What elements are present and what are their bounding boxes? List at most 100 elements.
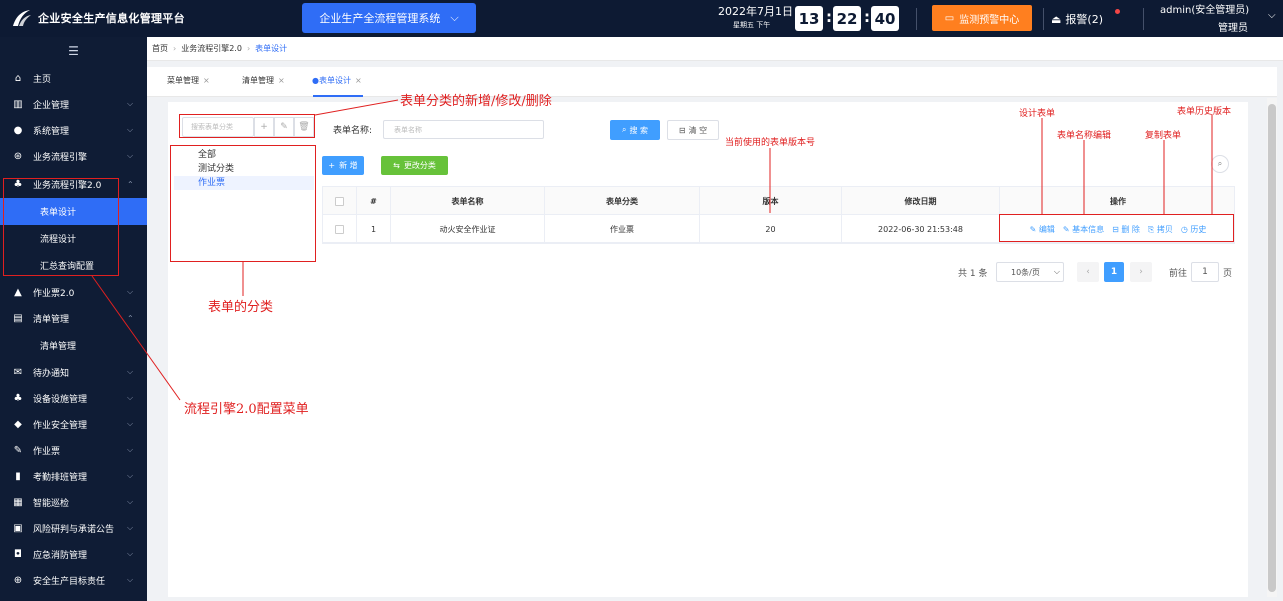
system-select[interactable]: 企业生产全流程管理系统 ⌵: [302, 3, 476, 33]
checkbox[interactable]: [335, 224, 344, 234]
breadcrumb: 首页 › 业务流程引擎2.0 › 表单设计: [147, 37, 1283, 61]
row-checkbox-cell[interactable]: [323, 215, 357, 243]
close-icon[interactable]: ×: [203, 76, 210, 85]
sidebar: ☰ ⌂ 主页 ▥ 企业管理 ⌵ ● 系统管理 ⌵ ⊛ 业务流程引擎 ⌵ ♣ 业务流程引擎2.0 ⌃…: [0, 37, 147, 601]
goto-unit: 页: [1223, 269, 1233, 279]
page-size-select[interactable]: 10条/页 ⌵: [996, 262, 1064, 282]
checkbox[interactable]: [335, 196, 344, 206]
row-version: 20: [700, 215, 842, 243]
chevron-down-icon: ⌵: [127, 575, 134, 584]
bag-icon: ▣: [13, 522, 23, 534]
clock-seconds: 40: [871, 6, 899, 31]
annotation-box-category-tree: [170, 145, 316, 262]
chevron-down-icon: ⌵: [1053, 267, 1060, 276]
chevron-down-icon: ⌵: [127, 99, 134, 108]
pagination-total: 共 1 条: [958, 269, 988, 279]
clock-hours: 13: [795, 6, 823, 31]
annotation-engine-menu: 流程引擎2.0配置菜单: [184, 402, 309, 417]
sidebar-item-emergency[interactable]: ◘ 应急消防管理 ⌵: [0, 541, 147, 567]
add-button[interactable]: + 新 增: [322, 156, 364, 175]
alarm-label: 报警(2): [1065, 13, 1103, 26]
sidebar-item-label: 作业安全管理: [33, 420, 88, 431]
clear-button[interactable]: ⊟ 清 空: [667, 120, 719, 140]
divider: [916, 8, 917, 30]
sidebar-item-attendance[interactable]: ▮ 考勤排班管理 ⌵: [0, 463, 147, 489]
gear-icon: ●: [13, 124, 23, 136]
clock-colon: :: [826, 8, 832, 26]
prev-page-button[interactable]: ‹: [1077, 262, 1099, 282]
chevron-up-icon: ⌃: [127, 179, 134, 189]
form-name-input[interactable]: 表单名称: [383, 120, 544, 139]
change-category-button[interactable]: ⇆ 更改分类: [381, 156, 448, 175]
next-page-button[interactable]: ›: [1130, 262, 1152, 282]
header-checkbox-cell[interactable]: [323, 187, 357, 215]
sidebar-item-label: 应急消防管理: [33, 550, 88, 561]
tab-list-management[interactable]: 清单管理 ×: [242, 75, 285, 86]
date-display: 2022年7月1日: [718, 5, 793, 18]
sidebar-item-flow-engine[interactable]: ⊛ 业务流程引擎 ⌵: [0, 143, 147, 169]
sidebar-item-target[interactable]: ⊕ 安全生产目标责任 ⌵: [0, 567, 147, 593]
chevron-down-icon: ⌵: [127, 497, 134, 506]
close-icon[interactable]: ×: [278, 76, 285, 85]
chart-icon: ▮: [15, 470, 21, 482]
clock-colon: :: [864, 8, 870, 26]
sidebar-item-label: 主页: [33, 74, 52, 85]
sidebar-item-label: 业务流程引擎: [33, 152, 88, 163]
sidebar-item-home[interactable]: ⌂ 主页: [0, 65, 147, 91]
sidebar-item-label: 清单管理: [33, 314, 70, 325]
sidebar-item-list[interactable]: ▤ 清单管理 ⌃: [0, 305, 147, 331]
sidebar-subitem-list[interactable]: 清单管理: [0, 332, 147, 359]
row-index: 1: [357, 215, 391, 243]
close-icon[interactable]: ×: [355, 76, 362, 85]
content-panel: [168, 102, 1248, 597]
sidebar-item-work-safety[interactable]: ◆ 作业安全管理 ⌵: [0, 411, 147, 437]
chevron-down-icon: ⌵: [127, 393, 134, 402]
tab-label: 清单管理: [242, 76, 274, 85]
scrollbar-thumb[interactable]: [1268, 104, 1276, 592]
flow-icon: ⊛: [13, 150, 23, 162]
trash-icon: ⊟: [678, 125, 686, 135]
tab-bar: 菜单管理 × 清单管理 × ●表单设计 ×: [147, 67, 1277, 97]
sidebar-item-inspection[interactable]: ▦ 智能巡检 ⌵: [0, 489, 147, 515]
current-page[interactable]: 1: [1104, 262, 1124, 282]
breadcrumb-item[interactable]: 首页: [152, 43, 168, 54]
weekday-display: 星期五 下午: [733, 21, 771, 29]
chevron-up-icon: ⌃: [127, 313, 134, 323]
search-button-label: 搜 索: [629, 125, 649, 135]
tab-form-design[interactable]: ●表单设计 ×: [312, 75, 362, 86]
chevron-down-icon[interactable]: ⌵: [1268, 10, 1276, 21]
form-name-label: 表单名称:: [333, 126, 373, 136]
goto-page-input[interactable]: 1: [1191, 262, 1219, 282]
annotation-copy-form: 复制表单: [1145, 131, 1182, 141]
sidebar-item-risk[interactable]: ▣ 风险研判与承诺公告 ⌵: [0, 515, 147, 541]
clear-button-label: 清 空: [688, 125, 708, 135]
sidebar-item-label: 作业票2.0: [33, 288, 75, 299]
sidebar-item-device[interactable]: ♣ 设备设施管理 ⌵: [0, 385, 147, 411]
alarm-button[interactable]: ⏏ 报警(2): [1051, 11, 1103, 27]
tab-menu-management[interactable]: 菜单管理 ×: [167, 75, 210, 86]
sidebar-item-label: 系统管理: [33, 126, 70, 137]
annotation-design-form: 设计表单: [1019, 109, 1056, 119]
sidebar-item-ticket-2[interactable]: ▲ 作业票2.0 ⌵: [0, 279, 147, 305]
grid-icon: ▦: [13, 496, 23, 508]
sidebar-item-company[interactable]: ▥ 企业管理 ⌵: [0, 91, 147, 117]
sidebar-item-system[interactable]: ● 系统管理 ⌵: [0, 117, 147, 143]
bell-icon: ⏏: [1051, 12, 1062, 26]
search-toggle-icon[interactable]: ⌕: [1211, 155, 1229, 173]
table-header: 修改日期: [842, 187, 1000, 215]
sidebar-item-ticket[interactable]: ✎ 作业票 ⌵: [0, 437, 147, 463]
sidebar-item-todo[interactable]: ✉ 待办通知 ⌵: [0, 359, 147, 385]
sidebar-item-label: 作业票: [33, 446, 61, 457]
tab-label: ●表单设计: [312, 76, 351, 85]
sidebar-subitem-label: 清单管理: [40, 342, 77, 352]
breadcrumb-separator: ›: [246, 44, 251, 53]
breadcrumb-item[interactable]: 业务流程引擎2.0: [181, 43, 242, 54]
user-name[interactable]: admin(安全管理员): [1160, 1, 1249, 16]
table-header: 操作: [1110, 196, 1126, 206]
hamburger-icon[interactable]: ☰: [0, 37, 147, 65]
chevron-down-icon: ⌵: [127, 287, 134, 296]
monitor-icon: ▭: [944, 12, 955, 24]
sidebar-item-label: 智能巡检: [33, 498, 70, 509]
search-button[interactable]: ⌕ 搜 索: [610, 120, 660, 140]
monitor-center-button[interactable]: ▭ 监测预警中心: [932, 5, 1032, 31]
